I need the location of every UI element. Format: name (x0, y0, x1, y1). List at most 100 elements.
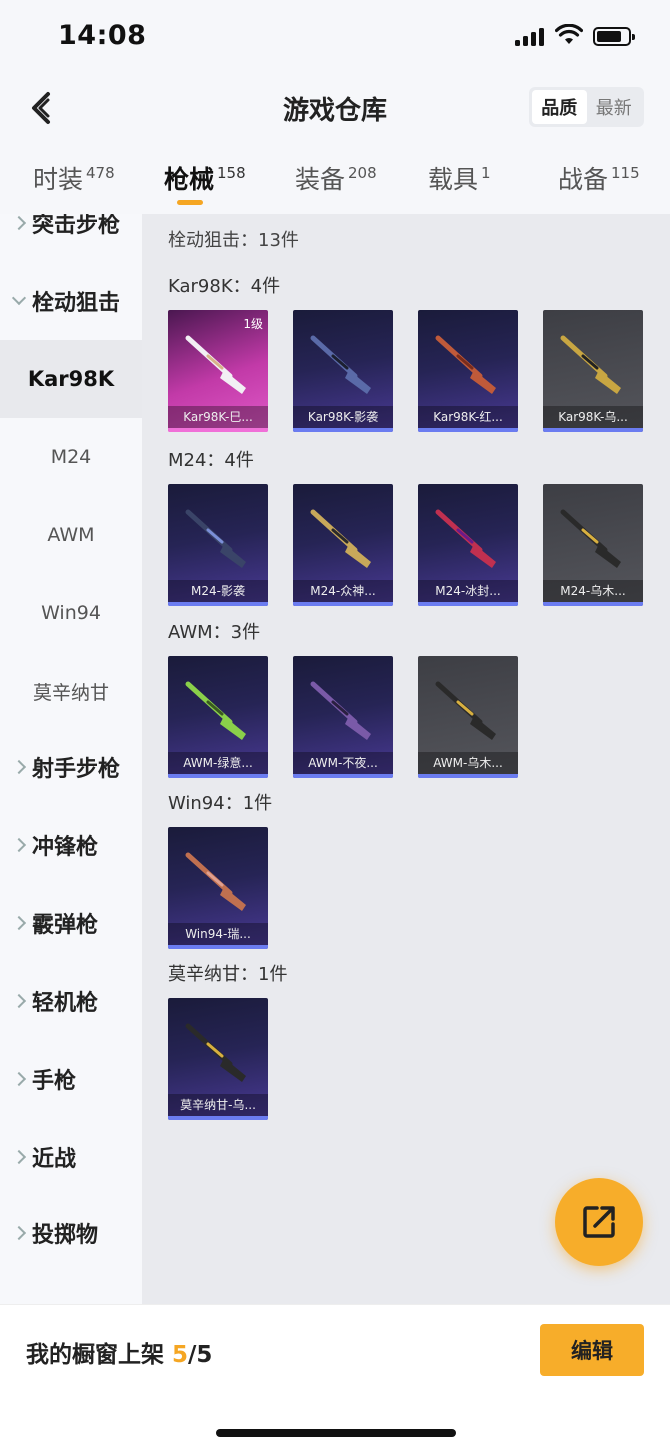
rarity-bar (168, 602, 268, 606)
item-name: 莫辛纳甘-乌... (168, 1094, 268, 1116)
item-card[interactable]: Kar98K-红... (418, 310, 518, 432)
rifle-icon (435, 335, 496, 394)
item-card[interactable]: AWM-绿意... (168, 656, 268, 778)
tab-fashion[interactable]: 时装 478 (33, 160, 115, 196)
tab-active-underline (177, 200, 203, 205)
wifi-icon (555, 24, 583, 44)
showcase-total: /5 (188, 1342, 213, 1368)
item-card[interactable]: 莫辛纳甘-乌... (168, 998, 268, 1120)
status-time: 14:08 (58, 20, 147, 51)
item-name: M24-冰封... (418, 580, 518, 602)
item-card[interactable]: M24-影袭 (168, 484, 268, 606)
item-card[interactable]: 1级 Kar98K-巳... (168, 310, 268, 432)
rifle-icon (310, 335, 371, 394)
rifle-icon (185, 681, 246, 740)
sidebar-sub-mosin[interactable]: 莫辛纳甘 (0, 652, 142, 730)
item-name: AWM-绿意... (168, 752, 268, 774)
item-name: AWM-不夜... (293, 752, 393, 774)
group-title: Win94：1件 (168, 793, 273, 814)
sidebar-cat-shotgun[interactable]: 霰弹枪 (0, 884, 142, 962)
sidebar-sub-win94[interactable]: Win94 (0, 574, 142, 652)
rarity-bar (418, 774, 518, 778)
chevron-right-icon (11, 915, 27, 931)
rarity-bar (168, 428, 268, 432)
rifle-icon (560, 335, 621, 394)
chevron-right-icon (11, 837, 27, 853)
rarity-bar (543, 602, 643, 606)
share-icon (583, 1206, 615, 1238)
sidebar-cat-throwable[interactable]: 投掷物 (0, 1194, 142, 1272)
rifle-icon (185, 509, 246, 568)
chevron-right-icon (11, 1071, 27, 1087)
sort-quality-button[interactable]: 品质 (532, 90, 587, 124)
rifle-icon (435, 681, 496, 740)
home-indicator (216, 1429, 456, 1437)
sidebar-cat-lmg[interactable]: 轻机枪 (0, 962, 142, 1040)
rifle-icon (185, 852, 246, 911)
edit-button[interactable]: 编辑 (540, 1324, 644, 1376)
tab-guns[interactable]: 枪械 158 (164, 160, 246, 196)
tab-vehicles[interactable]: 载具 1 (428, 160, 491, 196)
sort-toggle: 品质 最新 (529, 87, 644, 127)
battery-icon (593, 27, 635, 46)
sidebar-cat-melee[interactable]: 近战 (0, 1118, 142, 1196)
bottom-bar: 我的橱窗上架 5/5 编辑 (0, 1304, 670, 1450)
item-name: Kar98K-影袭 (293, 406, 393, 428)
group-title: Kar98K：4件 (168, 276, 281, 297)
rifle-icon (310, 509, 371, 568)
item-grid: 栓动狙击：13件 Kar98K：4件 1级 Kar98K-巳... Kar98K-影袭… (142, 214, 670, 1304)
tab-gear[interactable]: 战备 115 (558, 160, 640, 196)
item-card[interactable]: M24-乌木... (543, 484, 643, 606)
rifle-icon (185, 1023, 246, 1082)
showcase-count: 5 (172, 1342, 189, 1368)
sidebar-cat-pistol[interactable]: 手枪 (0, 1040, 142, 1118)
item-card[interactable]: Win94-瑞... (168, 827, 268, 949)
item-name: Win94-瑞... (168, 923, 268, 945)
sidebar-cat-smg[interactable]: 冲锋枪 (0, 806, 142, 884)
rarity-bar (418, 428, 518, 432)
item-level-badge: 1级 (243, 317, 263, 331)
rarity-bar (168, 774, 268, 778)
chevron-right-icon (11, 1225, 27, 1241)
rarity-bar (543, 428, 643, 432)
sort-newest-button[interactable]: 最新 (587, 90, 642, 124)
chevron-right-icon (11, 759, 27, 775)
status-bar: 14:08 (0, 0, 670, 70)
tab-equipment[interactable]: 装备 208 (295, 160, 377, 196)
share-button[interactable] (555, 1178, 643, 1266)
group-title: 莫辛纳甘：1件 (168, 964, 288, 985)
chevron-right-icon (11, 1149, 27, 1165)
item-name: M24-众神... (293, 580, 393, 602)
signal-icon (515, 28, 545, 46)
sidebar-cat-bolt-sniper[interactable]: 栓动狙击 (0, 262, 142, 340)
rarity-bar (293, 428, 393, 432)
item-name: AWM-乌木... (418, 752, 518, 774)
item-name: M24-影袭 (168, 580, 268, 602)
rifle-icon (435, 509, 496, 568)
sidebar-sub-awm[interactable]: AWM (0, 496, 142, 574)
sidebar-sub-m24[interactable]: M24 (0, 418, 142, 496)
chevron-down-icon (11, 290, 27, 306)
sidebar-cat-dmr[interactable]: 射手步枪 (0, 728, 142, 806)
item-card[interactable]: M24-冰封... (418, 484, 518, 606)
item-card[interactable]: M24-众神... (293, 484, 393, 606)
item-name: Kar98K-红... (418, 406, 518, 428)
rarity-bar (418, 602, 518, 606)
sidebar-cat-assault-rifle[interactable]: 突击步枪 (0, 214, 142, 262)
rifle-icon (185, 335, 246, 394)
chevron-right-icon (11, 993, 27, 1009)
item-card[interactable]: AWM-不夜... (293, 656, 393, 778)
item-card[interactable]: Kar98K-乌... (543, 310, 643, 432)
item-card[interactable]: Kar98K-影袭 (293, 310, 393, 432)
item-card[interactable]: AWM-乌木... (418, 656, 518, 778)
rarity-bar (293, 774, 393, 778)
group-title: AWM：3件 (168, 622, 261, 643)
category-tabs: 时装 478 枪械 158 装备 208 载具 1 战备 115 (0, 148, 670, 214)
sidebar-sub-kar98k[interactable]: Kar98K (0, 340, 142, 418)
item-name: Kar98K-巳... (168, 406, 268, 428)
rarity-bar (168, 1116, 268, 1120)
category-summary: 栓动狙击：13件 (168, 230, 299, 251)
chevron-right-icon (11, 215, 27, 231)
showcase-status: 我的橱窗上架 5/5 (26, 1342, 213, 1368)
item-name: Kar98K-乌... (543, 406, 643, 428)
